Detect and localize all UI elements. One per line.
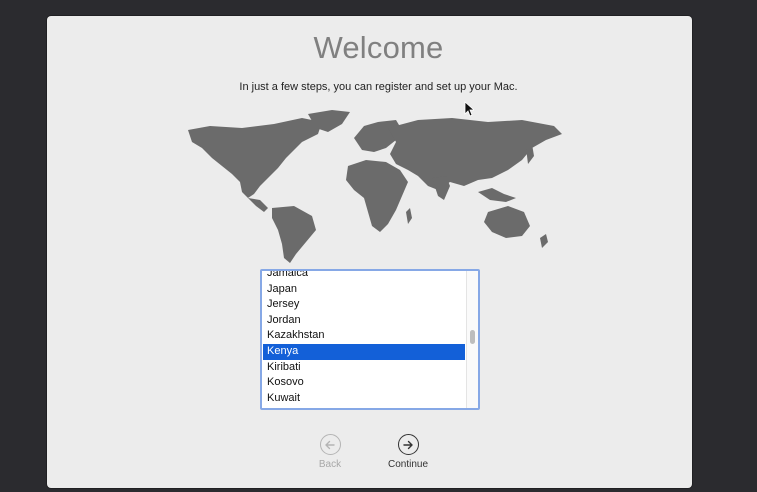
list-scrollbar[interactable] <box>466 271 478 408</box>
continue-button[interactable]: Continue <box>378 434 438 470</box>
scroll-thumb[interactable] <box>470 330 475 344</box>
list-item[interactable]: Japan <box>263 282 465 298</box>
list-item[interactable]: Kuwait <box>263 391 465 407</box>
list-item[interactable]: Jamaica <box>263 271 465 282</box>
arrow-left-icon <box>319 434 341 455</box>
arrow-right-icon <box>397 434 419 455</box>
back-label: Back <box>318 459 342 470</box>
page-subtitle: In just a few steps, you can register an… <box>239 81 518 93</box>
world-map-icon <box>188 110 562 263</box>
back-button[interactable]: Back <box>300 434 360 470</box>
list-item[interactable]: Kazakhstan <box>263 328 465 344</box>
mouse-pointer-icon <box>464 101 474 117</box>
continue-label: Continue <box>387 459 429 470</box>
list-item-selected[interactable]: Kenya <box>263 343 465 360</box>
list-item[interactable]: Kiribati <box>263 360 465 376</box>
list-item[interactable]: Kosovo <box>263 375 465 391</box>
list-item[interactable]: Jordan <box>263 313 465 329</box>
country-list[interactable]: Jamaica Japan Jersey Jordan Kazakhstan K… <box>260 269 480 410</box>
page-title: Welcome <box>313 30 444 65</box>
list-item[interactable]: Jersey <box>263 297 465 313</box>
